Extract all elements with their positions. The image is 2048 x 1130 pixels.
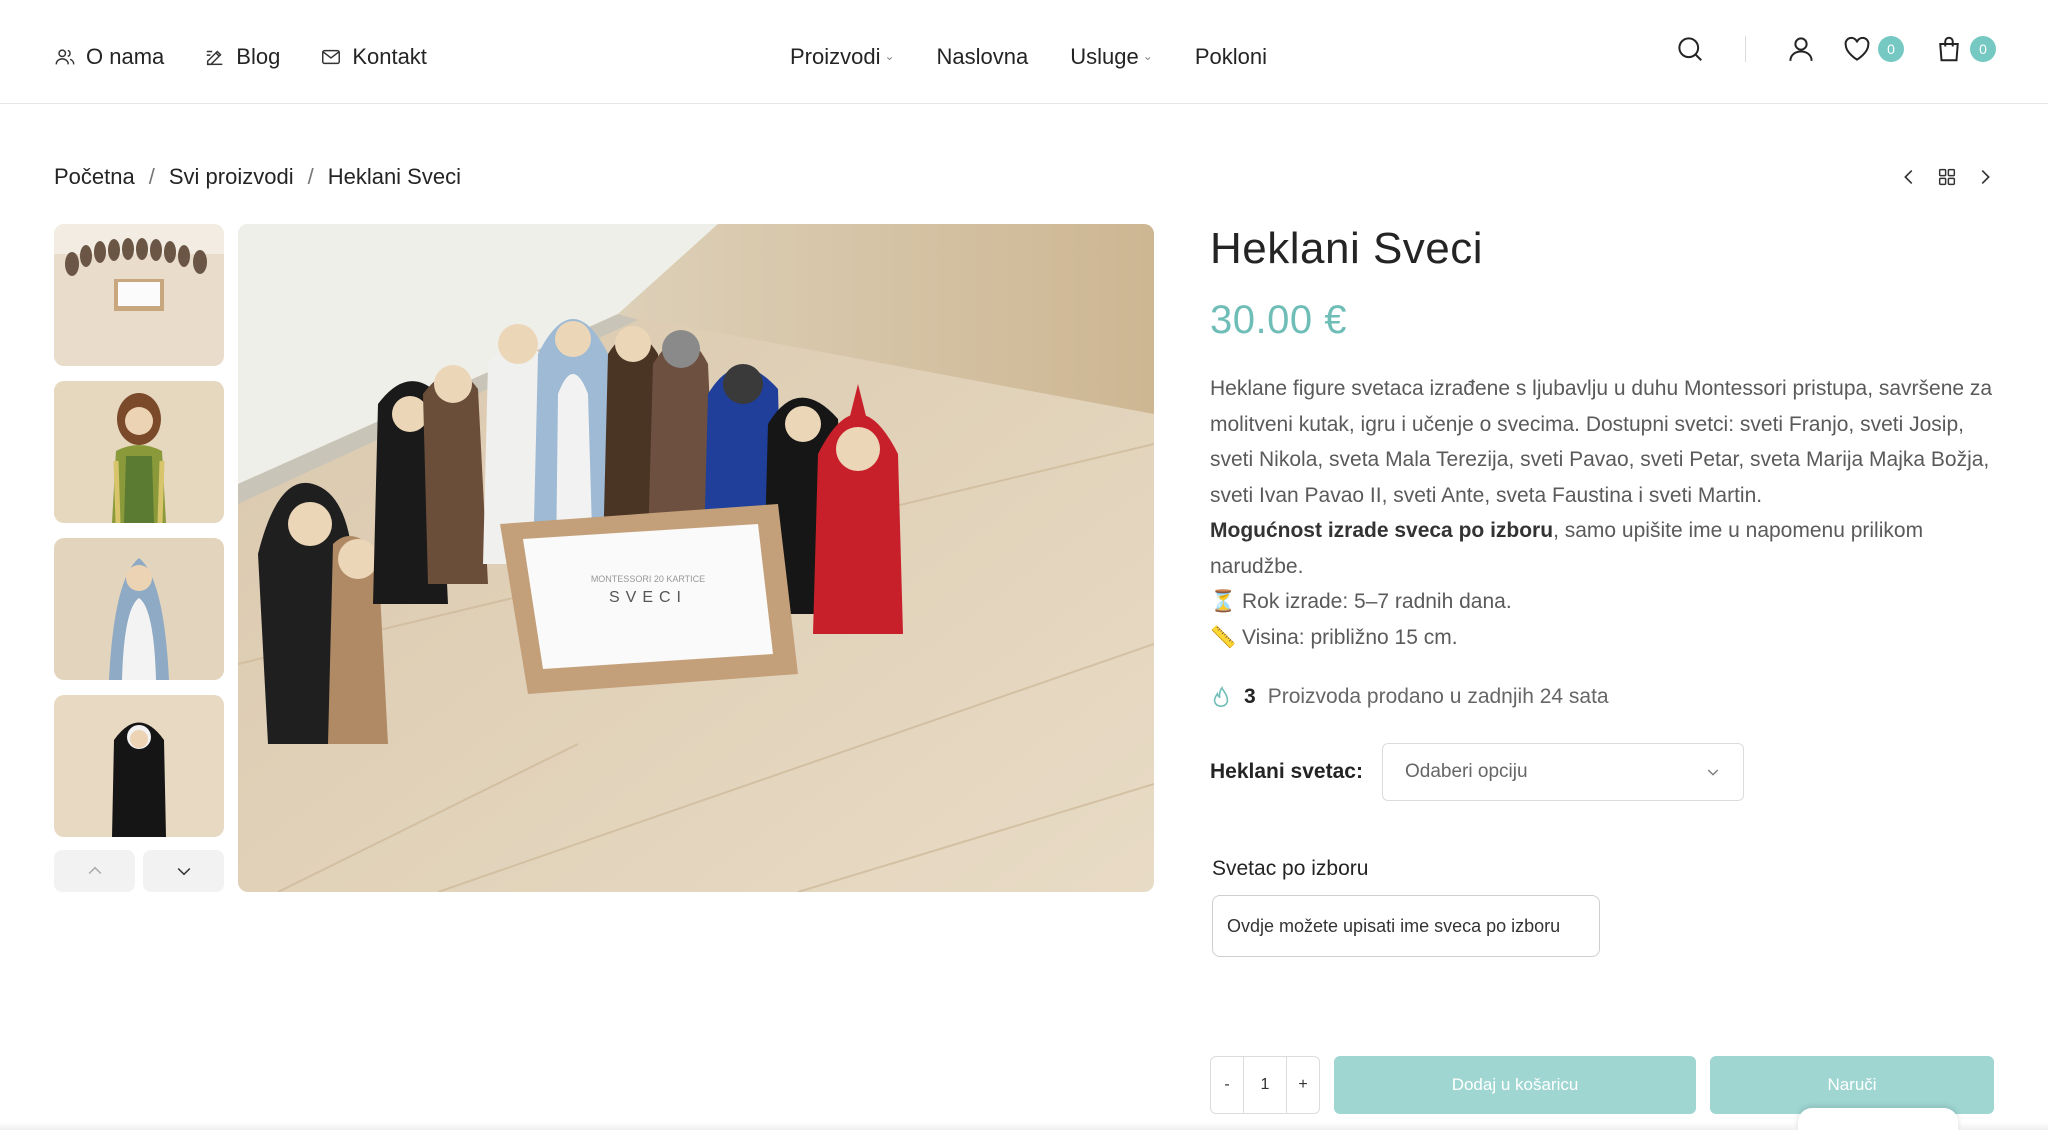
header-actions: 0 0 xyxy=(1675,34,1996,64)
heart-icon xyxy=(1844,36,1870,61)
sold-counter: 3 Proizvoda prodano u zadnjih 24 sata xyxy=(1210,685,1996,709)
thumbnail-arrows xyxy=(54,850,224,892)
thumbnail-1[interactable] xyxy=(54,224,224,366)
chevron-down-icon xyxy=(177,867,190,876)
cart-button[interactable]: 0 xyxy=(1934,34,1996,64)
user-icon xyxy=(1789,37,1813,61)
chevron-down-icon xyxy=(1707,769,1719,776)
quantity-input[interactable]: 1 xyxy=(1243,1057,1287,1113)
variation-selected-value: Odaberi opciju xyxy=(1405,761,1528,782)
chevron-down-icon: ⌄ xyxy=(884,49,895,63)
nav-home[interactable]: Naslovna xyxy=(937,44,1029,70)
quantity-decrease-button[interactable]: - xyxy=(1211,1057,1243,1113)
thumbnail-prev-button[interactable] xyxy=(54,850,135,892)
site-header: O nama Blog Kontakt Proizvodi ⌄ Naslovna… xyxy=(0,0,2048,104)
thumb-group-photo xyxy=(54,224,224,366)
wishlist-count-badge: 0 xyxy=(1878,36,1904,62)
chevron-left-icon[interactable] xyxy=(1898,166,1920,188)
sold-text: Proizvoda prodano u zadnjih 24 sata xyxy=(1267,685,1609,708)
wishlist-button[interactable]: 0 xyxy=(1842,34,1904,64)
breadcrumb-separator: / xyxy=(307,164,314,189)
search-icon xyxy=(1678,37,1702,61)
variation-select[interactable]: Odaberi opciju xyxy=(1382,743,1744,801)
search-button[interactable] xyxy=(1675,34,1705,64)
add-to-cart-row: - 1 + Dodaj u košaricu Naruči xyxy=(1210,1056,1994,1114)
chevron-down-icon: ⌄ xyxy=(1142,49,1153,63)
nav-services[interactable]: Usluge ⌄ xyxy=(1070,44,1153,70)
nav-products-label: Proizvodi xyxy=(790,44,881,69)
left-nav: O nama Blog Kontakt xyxy=(54,44,427,70)
add-to-cart-button[interactable]: Dodaj u košaricu xyxy=(1334,1056,1696,1114)
breadcrumb-current: Heklani Sveci xyxy=(327,164,461,189)
mail-icon xyxy=(322,49,341,65)
breadcrumb: Početna / Svi proizvodi / Heklani Sveci xyxy=(54,164,461,190)
edit-icon xyxy=(207,50,223,66)
product-description: Heklane figure svetaca izrađene s ljubav… xyxy=(1210,371,1996,655)
thumbnail-4[interactable] xyxy=(54,695,224,837)
users-icon xyxy=(55,49,75,65)
breadcrumb-all-products[interactable]: Svi proizvodi xyxy=(169,164,294,190)
description-lead-time: ⏳ Rok izrade: 5–7 radnih dana. xyxy=(1210,590,1512,613)
thumb-saint-joseph xyxy=(54,381,224,523)
custom-saint-input[interactable]: Ovdje možete upisati ime sveca po izboru xyxy=(1212,895,1600,957)
breadcrumb-separator: / xyxy=(148,164,155,189)
box-caption-small: MONTESSORI 20 KARTICE xyxy=(591,574,705,584)
nav-services-label: Usluge xyxy=(1070,44,1139,69)
nav-about[interactable]: O nama xyxy=(54,44,164,70)
nav-contact-label: Kontakt xyxy=(352,44,427,69)
nav-gifts[interactable]: Pokloni xyxy=(1195,44,1267,70)
nav-contact[interactable]: Kontakt xyxy=(320,44,427,70)
product-summary: Heklani Sveci 30.00 € Heklane figure sve… xyxy=(1210,224,1996,957)
thumb-virgin-mary xyxy=(54,538,224,680)
order-now-button[interactable]: Naruči xyxy=(1710,1056,1994,1114)
nav-about-label: O nama xyxy=(86,44,165,69)
chevron-right-icon[interactable] xyxy=(1974,166,1996,188)
chevron-up-icon xyxy=(88,866,101,875)
description-text: Heklane figure svetaca izrađene s ljubav… xyxy=(1210,377,1993,507)
page-bottom-edge xyxy=(0,1122,2048,1130)
quantity-stepper: - 1 + xyxy=(1210,1056,1320,1114)
main-nav: Proizvodi ⌄ Naslovna Usluge ⌄ Pokloni xyxy=(790,44,1267,70)
header-divider xyxy=(1745,36,1746,62)
crocheted-saints-group: MONTESSORI 20 KARTICE SVECI xyxy=(238,224,1154,892)
thumbnail-next-button[interactable] xyxy=(143,850,224,892)
nav-products[interactable]: Proizvodi ⌄ xyxy=(790,44,895,70)
nav-gifts-label: Pokloni xyxy=(1194,44,1267,69)
product-title: Heklani Sveci xyxy=(1210,224,1484,273)
description-custom: Mogućnost izrade sveca po izboru, samo u… xyxy=(1210,513,1996,584)
breadcrumb-home[interactable]: Početna xyxy=(54,164,135,190)
thumbnail-list xyxy=(54,224,224,852)
product-price: 30.00 € xyxy=(1210,298,1347,342)
grid-icon[interactable] xyxy=(1936,166,1958,188)
thumbnail-2[interactable] xyxy=(54,381,224,523)
cart-count-badge: 0 xyxy=(1970,36,1996,62)
box-caption-title: SVECI xyxy=(609,589,687,606)
thumbnail-3[interactable] xyxy=(54,538,224,680)
quantity-increase-button[interactable]: + xyxy=(1287,1057,1319,1113)
chat-widget-tab[interactable] xyxy=(1798,1108,1958,1130)
variation-label: Heklani svetac: xyxy=(1210,760,1363,783)
flame-icon xyxy=(1213,686,1229,707)
nav-blog-label: Blog xyxy=(236,44,281,69)
thumb-nun-figure xyxy=(54,695,224,837)
main-product-image[interactable]: MONTESSORI 20 KARTICE SVECI xyxy=(238,224,1154,892)
account-button[interactable] xyxy=(1786,34,1816,64)
description-height: 📏 Visina: približno 15 cm. xyxy=(1210,625,1458,649)
custom-saint-label: Svetac po izboru xyxy=(1212,857,1369,880)
variation-row: Heklani svetac: Odaberi opciju xyxy=(1210,743,1996,801)
sold-count: 3 xyxy=(1244,685,1256,708)
nav-home-label: Naslovna xyxy=(936,44,1029,69)
product-navigation xyxy=(1898,166,1996,188)
description-bold: Mogućnost izrade sveca po izboru xyxy=(1210,519,1554,542)
nav-blog[interactable]: Blog xyxy=(204,44,280,70)
shopping-bag-icon xyxy=(1939,36,1959,62)
